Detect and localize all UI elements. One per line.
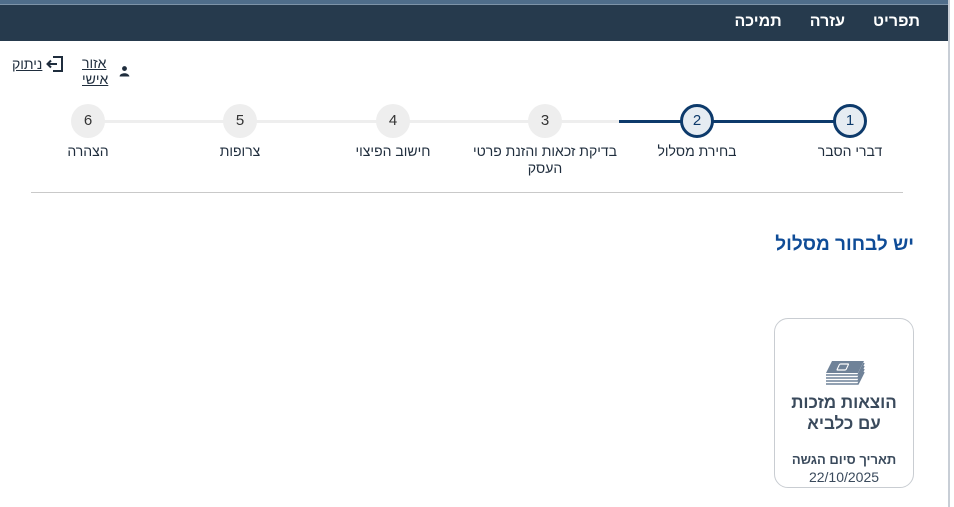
card-title: הוצאות מזכות עם כלביא [791, 393, 897, 433]
step-3-label: בדיקת זכאות והזנת פרטי העסק [472, 143, 617, 176]
menu-item-support[interactable]: תמיכה [734, 12, 781, 32]
step-5-circle: 5 [223, 104, 257, 138]
page-right-border [948, 0, 950, 507]
stepper-divider [31, 192, 903, 193]
money-stack-icon [826, 361, 865, 385]
personal-area-link[interactable]: אזור אישי [82, 55, 130, 87]
step-5[interactable]: 5 צרופות [165, 104, 315, 160]
card-deadline-label: תאריך סיום הגשה [791, 452, 897, 467]
step-1[interactable]: 1 דברי הסבר [775, 104, 925, 160]
logout-link[interactable]: ניתוק [12, 55, 64, 73]
step-5-label: צרופות [219, 143, 261, 159]
step-2[interactable]: 2 בחירת מסלול [622, 104, 772, 160]
route-card[interactable]: הוצאות מזכות עם כלביא תאריך סיום הגשה 22… [774, 318, 914, 488]
top-navigation-bar: תפריט עזרה תמיכה [0, 0, 948, 41]
card-deadline-date: 22/10/2025 [808, 469, 880, 485]
step-4-label: חישוב הפיצוי [355, 143, 431, 159]
step-1-label: דברי הסבר [817, 143, 883, 159]
step-6-circle: 6 [71, 104, 105, 138]
step-2-label: בחירת מסלול [657, 143, 737, 159]
logout-label: ניתוק [12, 56, 43, 72]
logout-icon [46, 56, 64, 72]
topbar-highlight-line [0, 4, 948, 5]
step-4[interactable]: 4 חישוב הפיצוי [318, 104, 468, 160]
menu-item-menu[interactable]: תפריט [873, 12, 920, 32]
step-3-circle: 3 [528, 104, 562, 138]
step-2-circle: 2 [680, 104, 714, 138]
user-icon [119, 66, 130, 77]
step-6[interactable]: 6 הצהרה [13, 104, 163, 160]
step-6-label: הצהרה [67, 143, 109, 159]
page-title: יש לבחור מסלול [775, 234, 914, 255]
progress-stepper: 1 דברי הסבר 2 בחירת מסלול 3 בדיקת זכאות … [0, 100, 948, 180]
step-4-circle: 4 [376, 104, 410, 138]
menu-item-help[interactable]: עזרה [810, 12, 845, 32]
main-menu: תפריט עזרה תמיכה [734, 12, 920, 32]
step-1-circle: 1 [833, 104, 867, 138]
step-3[interactable]: 3 בדיקת זכאות והזנת פרטי העסק [470, 104, 620, 177]
personal-area-label: אזור אישי [82, 55, 109, 87]
